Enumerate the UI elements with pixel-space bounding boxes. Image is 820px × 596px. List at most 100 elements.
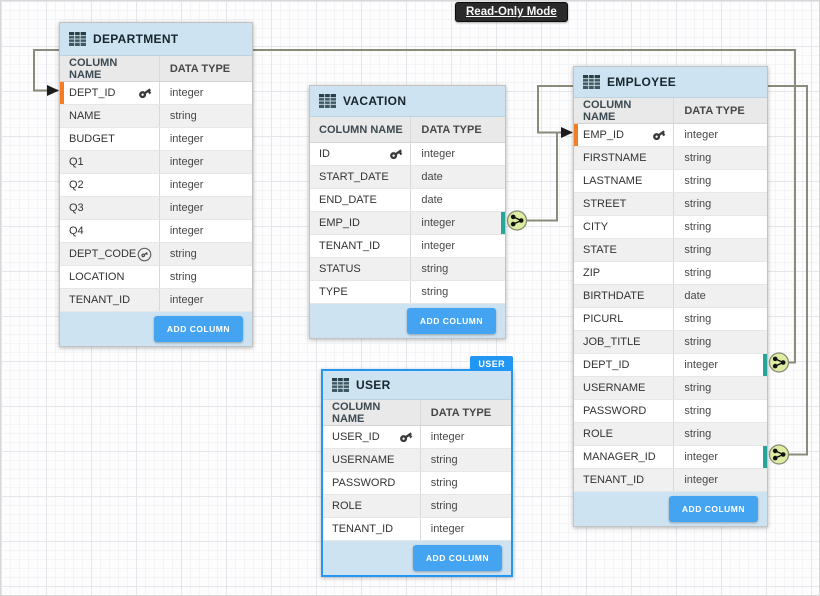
column-name: END_DATE — [319, 194, 377, 206]
column-name: BUDGET — [69, 133, 115, 145]
data-type-cell: integer — [160, 220, 252, 242]
column-row-budget[interactable]: BUDGETinteger — [60, 128, 252, 151]
data-type-cell: integer — [411, 235, 505, 257]
table-department[interactable]: DEPARTMENTCOLUMN NAMEDATA TYPEDEPT_IDint… — [59, 22, 253, 347]
column-name-cell: DEPT_ID — [574, 354, 674, 376]
column-name: TYPE — [319, 286, 348, 298]
column-row-picurl[interactable]: PICURLstring — [574, 308, 767, 331]
table-vacation[interactable]: VACATIONCOLUMN NAMEDATA TYPEIDintegerSTA… — [309, 85, 506, 339]
column-name-cell: PASSWORD — [574, 400, 674, 422]
column-row-name[interactable]: NAMEstring — [60, 105, 252, 128]
column-row-username[interactable]: USERNAMEstring — [323, 449, 511, 472]
data-type-cell: string — [421, 472, 511, 494]
column-name-cell: CITY — [574, 216, 674, 238]
table-header[interactable]: DEPARTMENT — [60, 23, 252, 56]
column-row-state[interactable]: STATEstring — [574, 239, 767, 262]
column-row-firstname[interactable]: FIRSTNAMEstring — [574, 147, 767, 170]
column-name-cell: TENANT_ID — [60, 289, 160, 311]
column-name-cell: ID — [310, 143, 411, 165]
column-row-start_date[interactable]: START_DATEdate — [310, 166, 505, 189]
table-icon — [583, 75, 600, 89]
data-type-header: DATA TYPE — [160, 56, 252, 81]
primary-key-icon — [389, 147, 403, 161]
data-type-cell: string — [674, 308, 767, 330]
column-row-role[interactable]: ROLEstring — [323, 495, 511, 518]
read-only-mode-label: Read-Only Mode — [466, 6, 557, 18]
add-column-button[interactable]: ADD COLUMN — [154, 316, 243, 342]
diagram-canvas[interactable]: DEPARTMENTCOLUMN NAMEDATA TYPEDEPT_IDint… — [0, 0, 820, 596]
column-name-header: COLUMN NAME — [310, 117, 411, 142]
table-header[interactable]: EMPLOYEE — [574, 67, 767, 98]
unique-key-icon — [137, 247, 152, 262]
column-name-cell: TENANT_ID — [574, 469, 674, 491]
column-name: TENANT_ID — [583, 474, 644, 486]
column-row-role[interactable]: ROLEstring — [574, 423, 767, 446]
column-row-q1[interactable]: Q1integer — [60, 151, 252, 174]
column-row-emp_id[interactable]: EMP_IDinteger — [310, 212, 505, 235]
column-row-dept_code[interactable]: DEPT_CODE string — [60, 243, 252, 266]
column-row-user_id[interactable]: USER_IDinteger — [323, 426, 511, 449]
column-row-status[interactable]: STATUSstring — [310, 258, 505, 281]
add-column-button[interactable]: ADD COLUMN — [413, 545, 502, 571]
add-column-button[interactable]: ADD COLUMN — [669, 496, 758, 522]
add-column-button[interactable]: ADD COLUMN — [407, 308, 496, 334]
column-row-username[interactable]: USERNAMEstring — [574, 377, 767, 400]
column-row-zip[interactable]: ZIPstring — [574, 262, 767, 285]
column-name: MANAGER_ID — [583, 451, 656, 463]
column-row-q4[interactable]: Q4integer — [60, 220, 252, 243]
data-type-cell: string — [421, 495, 511, 517]
column-row-tenant_id[interactable]: TENANT_IDinteger — [323, 518, 511, 541]
table-title: EMPLOYEE — [607, 75, 676, 89]
column-name-cell: Q1 — [60, 151, 160, 173]
column-name-cell: FIRSTNAME — [574, 147, 674, 169]
data-type-cell: integer — [421, 426, 511, 448]
column-name-cell: LASTNAME — [574, 170, 674, 192]
column-row-manager_id[interactable]: MANAGER_IDinteger — [574, 446, 767, 469]
column-name: FIRSTNAME — [583, 152, 647, 164]
data-type-cell: integer — [160, 174, 252, 196]
column-name-cell: Q4 — [60, 220, 160, 242]
column-name-cell: ROLE — [574, 423, 674, 445]
data-type-cell: integer — [160, 151, 252, 173]
relationship-arrowhead — [561, 127, 573, 138]
column-row-location[interactable]: LOCATIONstring — [60, 266, 252, 289]
table-header[interactable]: VACATION — [310, 86, 505, 117]
data-type-cell: date — [411, 189, 505, 211]
column-row-city[interactable]: CITYstring — [574, 216, 767, 239]
column-row-birthdate[interactable]: BIRTHDATEdate — [574, 285, 767, 308]
read-only-mode-banner: Read-Only Mode — [455, 2, 568, 22]
column-name-cell: ZIP — [574, 262, 674, 284]
column-row-tenant_id[interactable]: TENANT_IDinteger — [60, 289, 252, 312]
column-row-tenant_id[interactable]: TENANT_IDinteger — [310, 235, 505, 258]
column-name-cell: MANAGER_ID — [574, 446, 674, 468]
data-type-cell: integer — [160, 197, 252, 219]
primary-key-icon — [652, 128, 666, 142]
column-row-lastname[interactable]: LASTNAMEstring — [574, 170, 767, 193]
column-name-cell: STATE — [574, 239, 674, 261]
column-row-dept_id[interactable]: DEPT_IDinteger — [574, 354, 767, 377]
column-row-password[interactable]: PASSWORDstring — [574, 400, 767, 423]
column-row-type[interactable]: TYPEstring — [310, 281, 505, 304]
column-row-id[interactable]: IDinteger — [310, 143, 505, 166]
column-header-row: COLUMN NAMEDATA TYPE — [323, 400, 511, 426]
column-row-q2[interactable]: Q2integer — [60, 174, 252, 197]
column-name-cell: BIRTHDATE — [574, 285, 674, 307]
relationship-many-connector — [508, 211, 527, 230]
data-type-cell: string — [160, 243, 252, 265]
column-name-header: COLUMN NAME — [323, 400, 421, 425]
column-row-password[interactable]: PASSWORDstring — [323, 472, 511, 495]
column-row-street[interactable]: STREETstring — [574, 193, 767, 216]
column-row-tenant_id[interactable]: TENANT_IDinteger — [574, 469, 767, 492]
column-row-q3[interactable]: Q3integer — [60, 197, 252, 220]
column-row-end_date[interactable]: END_DATE date — [310, 189, 505, 212]
column-name: DEPT_CODE — [69, 248, 136, 260]
data-type-cell: string — [674, 216, 767, 238]
table-user[interactable]: USERUSERCOLUMN NAMEDATA TYPEUSER_IDinteg… — [321, 369, 513, 577]
column-row-job_title[interactable]: JOB_TITLEstring — [574, 331, 767, 354]
column-name-cell: PASSWORD — [323, 472, 421, 494]
column-row-emp_id[interactable]: EMP_IDinteger — [574, 124, 767, 147]
column-row-dept_id[interactable]: DEPT_IDinteger — [60, 82, 252, 105]
table-header[interactable]: USER — [323, 371, 511, 400]
foreign-relation-marker — [501, 212, 505, 234]
table-employee[interactable]: EMPLOYEECOLUMN NAMEDATA TYPEEMP_IDintege… — [573, 66, 768, 527]
